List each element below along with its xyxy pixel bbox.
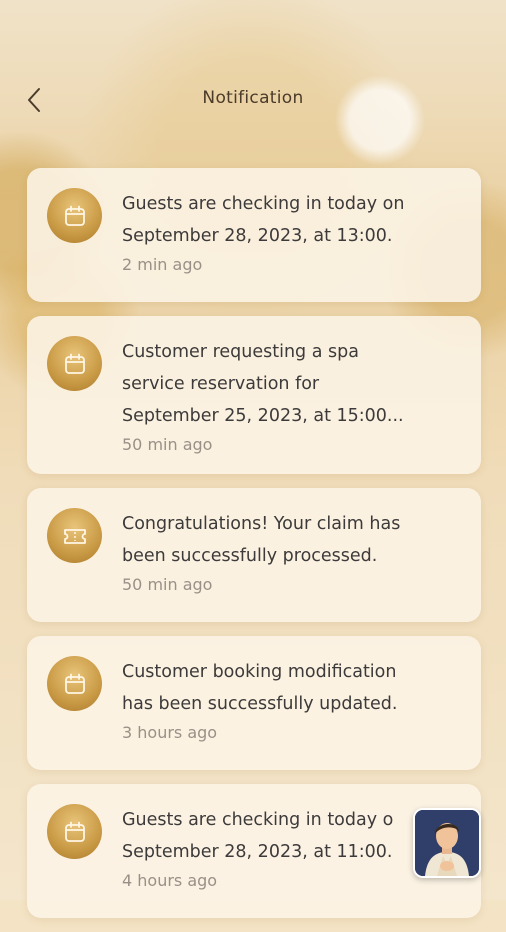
notification-message: Customer booking modification has been s… xyxy=(122,662,398,714)
calendar-icon xyxy=(47,804,102,859)
calendar-icon xyxy=(47,656,102,711)
notification-card[interactable]: Congratulations! Your claim has been suc… xyxy=(27,488,481,622)
calendar-icon xyxy=(47,188,102,243)
ticket-icon xyxy=(47,508,102,563)
assistant-avatar-icon xyxy=(415,810,479,876)
notification-time: 50 min ago xyxy=(122,575,213,594)
assistant-avatar-button[interactable] xyxy=(413,808,481,878)
notification-message: Congratulations! Your claim has been suc… xyxy=(122,514,401,566)
page-title: Notification xyxy=(202,88,304,108)
notification-time: 50 min ago xyxy=(122,435,213,454)
notification-card[interactable]: Customer requesting a spa service reserv… xyxy=(27,316,481,474)
notification-message: Guests are checking in today on Septembe… xyxy=(122,194,405,246)
header: Notification xyxy=(0,70,506,130)
notification-card[interactable]: Customer booking modification has been s… xyxy=(27,636,481,770)
notification-time: 3 hours ago xyxy=(122,723,218,742)
notification-message: Customer requesting a spa service reserv… xyxy=(122,342,404,426)
notification-time: 2 min ago xyxy=(122,255,203,274)
notification-card[interactable]: Guests are checking in today on Septembe… xyxy=(27,168,481,302)
notification-message: Guests are checking in today o September… xyxy=(122,810,394,862)
calendar-icon xyxy=(47,336,102,391)
notification-time: 4 hours ago xyxy=(122,871,218,890)
